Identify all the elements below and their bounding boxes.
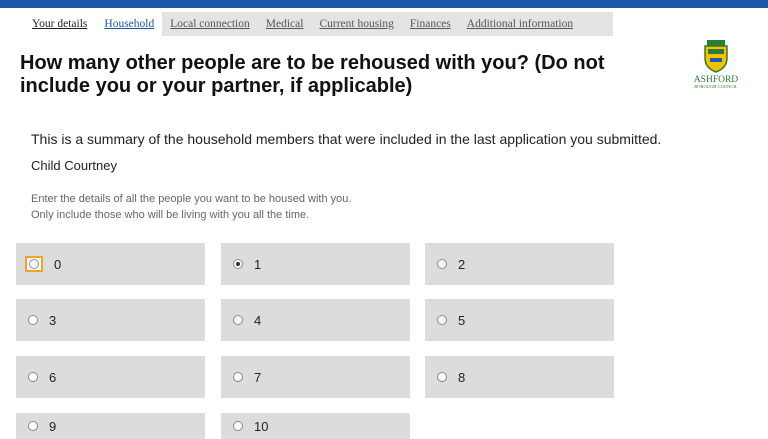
radio-button[interactable] (233, 372, 243, 382)
council-logo: ASHFORD BOROUGH COUNCIL (672, 40, 762, 90)
option-label: 9 (49, 418, 57, 434)
option-label: 1 (254, 256, 262, 272)
option-label: 0 (54, 256, 62, 272)
option-9[interactable]: 9 (16, 413, 205, 439)
option-2[interactable]: 2 (425, 243, 614, 285)
hint-line: Enter the details of all the people you … (31, 193, 352, 205)
option-8[interactable]: 8 (425, 356, 614, 398)
option-6[interactable]: 6 (16, 356, 205, 398)
option-label: 3 (49, 312, 57, 328)
option-10[interactable]: 10 (221, 413, 410, 439)
option-label: 4 (254, 312, 262, 328)
radio-button[interactable] (233, 421, 243, 431)
tab-household[interactable]: Household (96, 12, 163, 36)
option-3[interactable]: 3 (16, 299, 205, 341)
page-title: How many other people are to be rehoused… (20, 52, 605, 97)
option-4[interactable]: 4 (221, 299, 410, 341)
radio-button[interactable] (437, 315, 447, 325)
summary-text: This is a summary of the household membe… (31, 131, 662, 147)
option-label: 7 (254, 369, 262, 385)
council-crest-icon: ASHFORD BOROUGH COUNCIL (694, 40, 738, 89)
radio-button[interactable] (28, 421, 38, 431)
tab-finances[interactable]: Finances (402, 12, 459, 36)
option-label: 10 (254, 418, 269, 434)
option-label: 6 (49, 369, 57, 385)
option-label: 8 (458, 369, 466, 385)
tab-current-housing[interactable]: Current housing (311, 12, 401, 36)
progress-tabs: Your details Household Local connection … (25, 12, 613, 36)
radio-button[interactable] (28, 315, 38, 325)
tab-medical[interactable]: Medical (258, 12, 312, 36)
radio-button[interactable] (437, 372, 447, 382)
radio-button[interactable] (28, 372, 38, 382)
option-5[interactable]: 5 (425, 299, 614, 341)
svg-text:BOROUGH COUNCIL: BOROUGH COUNCIL (694, 84, 738, 89)
focus-ring (25, 256, 43, 272)
option-label: 2 (458, 256, 466, 272)
option-label: 5 (458, 312, 466, 328)
household-member: Child Courtney (31, 158, 117, 173)
radio-button[interactable] (437, 259, 447, 269)
hint-text: Enter the details of all the people you … (31, 191, 351, 223)
tab-local-connection[interactable]: Local connection (162, 12, 258, 36)
tab-your-details[interactable]: Your details (25, 12, 97, 36)
option-0[interactable]: 0 (16, 243, 205, 285)
radio-button[interactable] (233, 259, 243, 269)
option-7[interactable]: 7 (221, 356, 410, 398)
option-1[interactable]: 1 (221, 243, 410, 285)
hint-line: Only include those who will be living wi… (31, 209, 310, 221)
radio-button[interactable] (29, 259, 39, 269)
radio-button[interactable] (233, 315, 243, 325)
top-bar (0, 0, 768, 8)
tab-additional-information[interactable]: Additional information (459, 12, 581, 36)
